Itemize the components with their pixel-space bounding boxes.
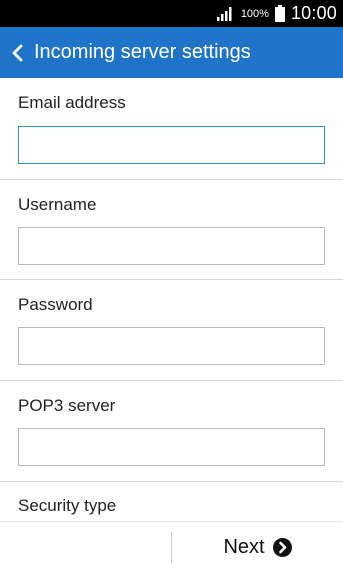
pop3-server-label: POP3 server [18,396,116,415]
email-section: Email address [0,78,343,180]
status-icons: 100% 10:00 [216,0,337,27]
battery-icon [274,5,285,22]
chevron-left-icon [12,44,23,61]
signal-icon [216,6,232,21]
username-section: Username [0,180,343,280]
username-label: Username [18,195,97,214]
email-label: Email address [18,93,126,112]
next-label: Next [223,536,265,558]
battery-percent: 100% [240,7,269,20]
pop3-server-field[interactable] [18,428,325,466]
bottom-bar: Next [0,521,343,573]
app-bar: Incoming server settings [0,27,343,78]
security-type-section: Security type [0,482,343,522]
arrow-right-circle-icon [272,538,292,557]
password-label: Password [18,295,93,314]
pop3-server-section: POP3 server [0,381,343,482]
password-section: Password [0,280,343,381]
status-bar: 100% 10:00 [0,0,343,27]
password-field[interactable] [18,327,325,365]
security-type-label: Security type [18,496,117,515]
email-field[interactable] [18,126,325,164]
back-button[interactable] [2,27,34,78]
page-title[interactable]: Incoming server settings [34,41,251,64]
username-field[interactable] [18,227,325,265]
clock: 10:00 [290,3,337,23]
next-button[interactable]: Next [172,522,343,573]
